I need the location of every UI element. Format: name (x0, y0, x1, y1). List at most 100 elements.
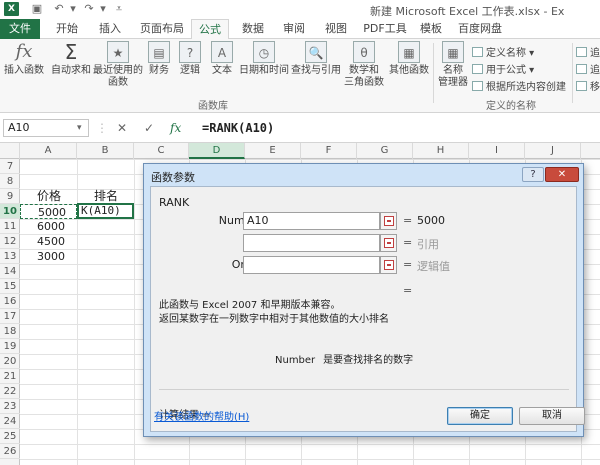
function-arguments-dialog[interactable]: 函数参数 ? ✕ RANK Number A10 = 5000 Ref = 引用… (143, 163, 585, 437)
row-header[interactable]: 23 (0, 399, 20, 414)
row-header[interactable]: 26 (0, 444, 20, 459)
autosum-button[interactable]: Σ 自动求和 (50, 41, 92, 77)
tab-data[interactable]: 数据 (234, 19, 272, 39)
collapse-dialog-button[interactable] (380, 234, 397, 252)
arg-input-number[interactable]: A10 (243, 212, 380, 230)
logical-button[interactable]: ? 逻辑 (176, 41, 204, 77)
undo-dropdown-icon[interactable]: ▾ (66, 2, 80, 16)
cancel-button[interactable]: 取消 (519, 407, 585, 425)
row-header[interactable]: 22 (0, 384, 20, 399)
trace-arrow-icon (576, 47, 587, 57)
trace-dependents-button[interactable]: 追 (576, 61, 600, 76)
tag-icon (472, 47, 483, 57)
row-header[interactable]: 9 (0, 189, 20, 204)
row-header[interactable]: 11 (0, 219, 20, 234)
tab-review[interactable]: 审阅 (276, 19, 312, 39)
row-header[interactable]: 12 (0, 234, 20, 249)
row-header[interactable]: 25 (0, 429, 20, 444)
cancel-icon[interactable]: ✕ (117, 120, 127, 136)
remove-arrows-label: 移 (590, 82, 600, 93)
row-header[interactable]: 18 (0, 324, 20, 339)
tab-baidu-netdisk[interactable]: 百度网盘 (452, 19, 508, 39)
date-time-button[interactable]: ◷ 日期和时间 (238, 41, 290, 77)
row-header[interactable]: 17 (0, 309, 20, 324)
lookup-reference-button[interactable]: 🔍 查找与引用 (290, 41, 342, 77)
cell-b10-active[interactable]: K(A10) (77, 203, 134, 219)
column-header-d[interactable]: D (189, 143, 245, 159)
tab-view[interactable]: 视图 (318, 19, 354, 39)
dialog-close-button[interactable]: ✕ (545, 167, 579, 182)
use-in-formula-button[interactable]: 用于公式 ▾ (472, 61, 534, 76)
column-header-j[interactable]: J (525, 143, 581, 159)
create-names-icon (472, 81, 483, 91)
column-header-b[interactable]: B (77, 143, 134, 159)
cell-a10[interactable]: 5000 (20, 204, 77, 219)
tab-formulas[interactable]: 公式 (191, 19, 229, 40)
cell-a9[interactable]: 价格 (37, 189, 61, 204)
redo-icon[interactable]: ↷ (82, 2, 96, 16)
argument-help-text: 是要查找排名的数字 (323, 355, 414, 366)
column-header-e[interactable]: E (245, 143, 301, 159)
undo-icon[interactable]: ↶ (52, 2, 66, 16)
row-header[interactable]: 7 (0, 159, 20, 174)
insert-function-button[interactable]: fx 插入函数 (2, 41, 46, 77)
ribbon: fx 插入函数 Σ 自动求和 ★ 最近使用的 函数 ▤ 财务 ? 逻辑 A 文本… (0, 39, 600, 113)
row-header[interactable]: 15 (0, 279, 20, 294)
row-header[interactable]: 24 (0, 414, 20, 429)
row-header[interactable]: 13 (0, 249, 20, 264)
row-header[interactable]: 20 (0, 354, 20, 369)
name-box-dropdown-icon[interactable]: ▾ (77, 120, 82, 136)
name-manager-button[interactable]: ▦ 名称 管理器 (436, 41, 470, 89)
cell-a13[interactable]: 3000 (37, 249, 65, 264)
fx-icon: fx (15, 41, 33, 62)
recently-used-button[interactable]: ★ 最近使用的 函数 (92, 41, 144, 89)
dialog-help-button[interactable]: ? (522, 167, 544, 182)
tab-insert[interactable]: 插入 (90, 19, 130, 39)
cell-a11[interactable]: 6000 (37, 219, 65, 234)
arg-input-ref[interactable] (243, 234, 380, 252)
row-header-selected[interactable]: 10 (0, 204, 20, 219)
row-header[interactable]: 19 (0, 339, 20, 354)
row-header[interactable]: 14 (0, 264, 20, 279)
text-button[interactable]: A 文本 (208, 41, 236, 77)
math-trig-button[interactable]: θ 数学和 三角函数 (342, 41, 386, 89)
formula-input[interactable]: =RANK(A10) (202, 120, 274, 136)
recent-label-2: 函数 (108, 77, 128, 88)
row-header[interactable]: 8 (0, 174, 20, 189)
enter-icon[interactable]: ✓ (144, 120, 154, 136)
column-header-f[interactable]: F (301, 143, 357, 159)
remove-arrows-button[interactable]: 移 (576, 78, 600, 93)
column-header-a[interactable]: A (20, 143, 77, 159)
tab-file[interactable]: 文件 (0, 19, 40, 39)
column-header-i[interactable]: I (469, 143, 525, 159)
insert-function-icon[interactable]: fx (170, 120, 181, 136)
collapse-dialog-button[interactable] (380, 212, 397, 230)
row-header[interactable]: 21 (0, 369, 20, 384)
tab-home[interactable]: 开始 (45, 19, 89, 39)
function-help-link[interactable]: 有关该函数的帮助(H) (154, 408, 249, 423)
tab-templates[interactable]: 模板 (414, 19, 448, 39)
cell-b9[interactable]: 排名 (94, 189, 118, 204)
trace-precedents-button[interactable]: 追 (576, 44, 600, 59)
financial-button[interactable]: ▤ 财务 (145, 41, 173, 77)
collapse-dialog-button[interactable] (380, 256, 397, 274)
tab-pdf-tools[interactable]: PDF工具 (360, 19, 410, 39)
more-functions-icon: ▦ (398, 41, 420, 63)
redo-dropdown-icon[interactable]: ▾ (96, 2, 110, 16)
star-icon: ★ (107, 41, 129, 63)
window-title: 新建 Microsoft Excel 工作表.xlsx - Ex (370, 5, 565, 18)
column-header-c[interactable]: C (134, 143, 189, 159)
row-header[interactable]: 16 (0, 294, 20, 309)
create-from-selection-button[interactable]: 根据所选内容创建 (472, 78, 566, 93)
ok-button[interactable]: 确定 (447, 407, 513, 425)
tab-page-layout[interactable]: 页面布局 (134, 19, 190, 39)
column-header-h[interactable]: H (413, 143, 469, 159)
customize-toolbar-icon[interactable]: ⩡ (112, 2, 126, 16)
column-header-g[interactable]: G (357, 143, 413, 159)
cell-a12[interactable]: 4500 (37, 234, 65, 249)
define-name-button[interactable]: 定义名称 ▾ (472, 44, 534, 59)
select-all-corner[interactable] (0, 143, 20, 159)
save-icon[interactable]: ▣ (30, 2, 44, 16)
arg-input-order[interactable] (243, 256, 380, 274)
more-functions-button[interactable]: ▦ 其他函数 (386, 41, 432, 77)
